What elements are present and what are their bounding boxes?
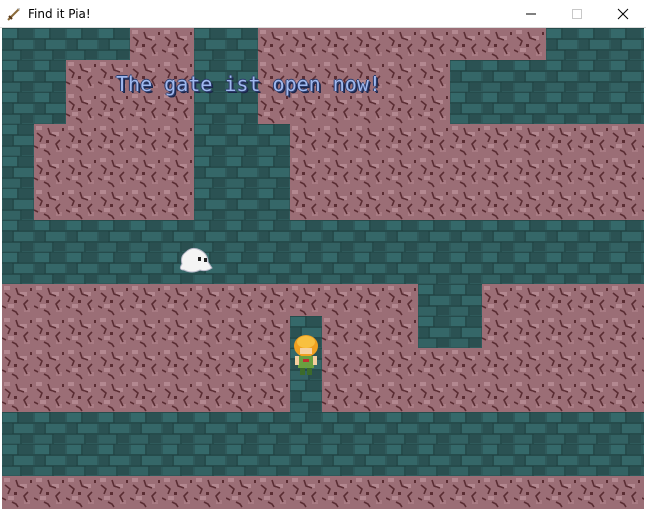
wall-block xyxy=(130,28,194,60)
wall-block xyxy=(258,28,546,60)
game-message: The gate ist open now! xyxy=(116,72,381,96)
wall-block xyxy=(290,124,644,220)
title-bar[interactable]: Find it Pia! xyxy=(0,0,646,28)
maximize-icon xyxy=(572,8,582,19)
minimize-button[interactable] xyxy=(508,0,554,27)
maximize-button[interactable] xyxy=(554,0,600,27)
wall-block xyxy=(2,284,290,412)
sword-icon xyxy=(7,7,20,21)
wall-block xyxy=(34,124,194,220)
game-window: Find it Pia! The gate ist open now! xyxy=(0,0,646,511)
window-title: Find it Pia! xyxy=(28,6,91,21)
game-map xyxy=(2,28,644,509)
close-icon xyxy=(617,8,629,19)
wall-block xyxy=(2,476,644,509)
close-button[interactable] xyxy=(600,0,646,27)
wall-block xyxy=(482,284,644,412)
wall-block xyxy=(322,284,418,412)
minimize-icon xyxy=(526,13,536,14)
game-viewport[interactable]: The gate ist open now! xyxy=(2,28,644,509)
wall-block xyxy=(418,348,482,412)
wall-block xyxy=(290,284,322,316)
